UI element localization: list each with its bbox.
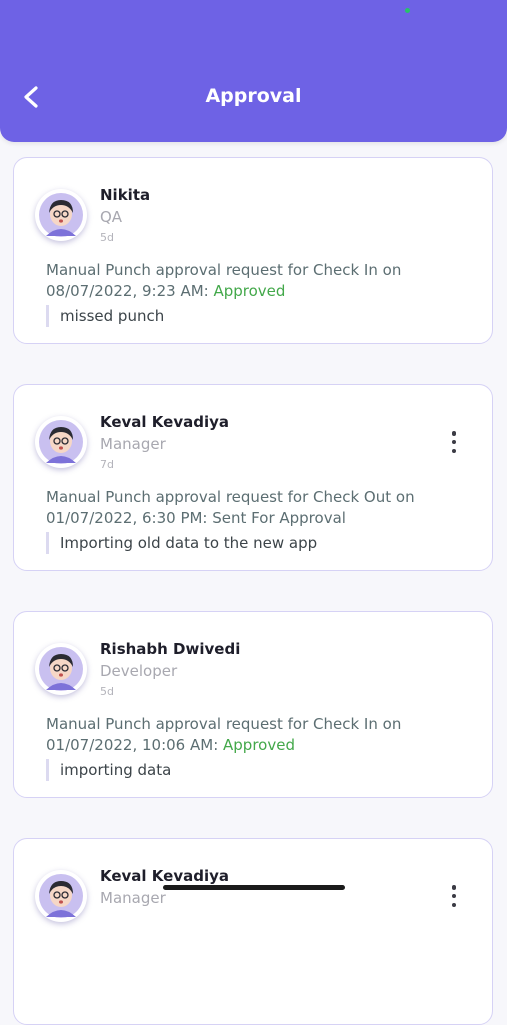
requester-role: Developer <box>100 662 178 680</box>
request-card[interactable]: Rishabh Dwivedi Developer 5d Manual Punc… <box>13 611 493 798</box>
requester-role: QA <box>100 208 123 226</box>
more-options-button[interactable] <box>444 429 464 455</box>
requester-role: Manager <box>100 889 166 907</box>
request-message: Manual Punch approval request for Check … <box>46 714 476 756</box>
status-approved: Approved <box>223 736 295 754</box>
requester-role: Manager <box>100 435 166 453</box>
request-note: Importing old data to the new app <box>46 532 317 554</box>
request-message: Manual Punch approval request for Check … <box>46 487 476 529</box>
status-indicator-dot <box>405 8 410 13</box>
more-options-button[interactable] <box>444 883 464 909</box>
home-indicator[interactable] <box>163 885 345 890</box>
avatar <box>35 643 87 695</box>
requester-name: Rishabh Dwivedi <box>100 640 241 658</box>
avatar <box>35 870 87 922</box>
app-header: Approval <box>0 0 507 142</box>
request-card[interactable]: Keval Kevadiya Manager 7d Manual Punch a… <box>13 384 493 571</box>
user-avatar-icon <box>39 647 83 691</box>
avatar <box>35 189 87 241</box>
request-note: importing data <box>46 759 171 781</box>
kebab-dot-icon <box>451 448 457 453</box>
requester-name: Keval Kevadiya <box>100 413 230 431</box>
requester-name: Keval Kevadiya <box>100 867 230 885</box>
user-avatar-icon <box>39 874 83 918</box>
status-approved: Approved <box>213 282 286 300</box>
request-message: Manual Punch approval request for Check … <box>46 260 476 302</box>
request-card[interactable]: Keval Kevadiya Manager <box>13 838 493 1025</box>
kebab-dot-icon <box>451 902 457 907</box>
request-time: 7d <box>100 458 114 471</box>
kebab-dot-icon <box>451 893 457 899</box>
request-card[interactable]: Nikita QA 5d Manual Punch approval reque… <box>13 157 493 344</box>
page-title: Approval <box>205 85 302 107</box>
user-avatar-icon <box>39 193 83 237</box>
request-time: 5d <box>100 231 114 244</box>
avatar <box>35 416 87 468</box>
user-avatar-icon <box>39 420 83 464</box>
request-note: missed punch <box>46 305 164 327</box>
kebab-dot-icon <box>451 431 457 436</box>
request-time: 5d <box>100 685 114 698</box>
requester-name: Nikita <box>100 186 151 204</box>
status-pending: Sent For Approval <box>212 509 346 527</box>
kebab-dot-icon <box>451 885 457 890</box>
kebab-dot-icon <box>451 439 457 445</box>
